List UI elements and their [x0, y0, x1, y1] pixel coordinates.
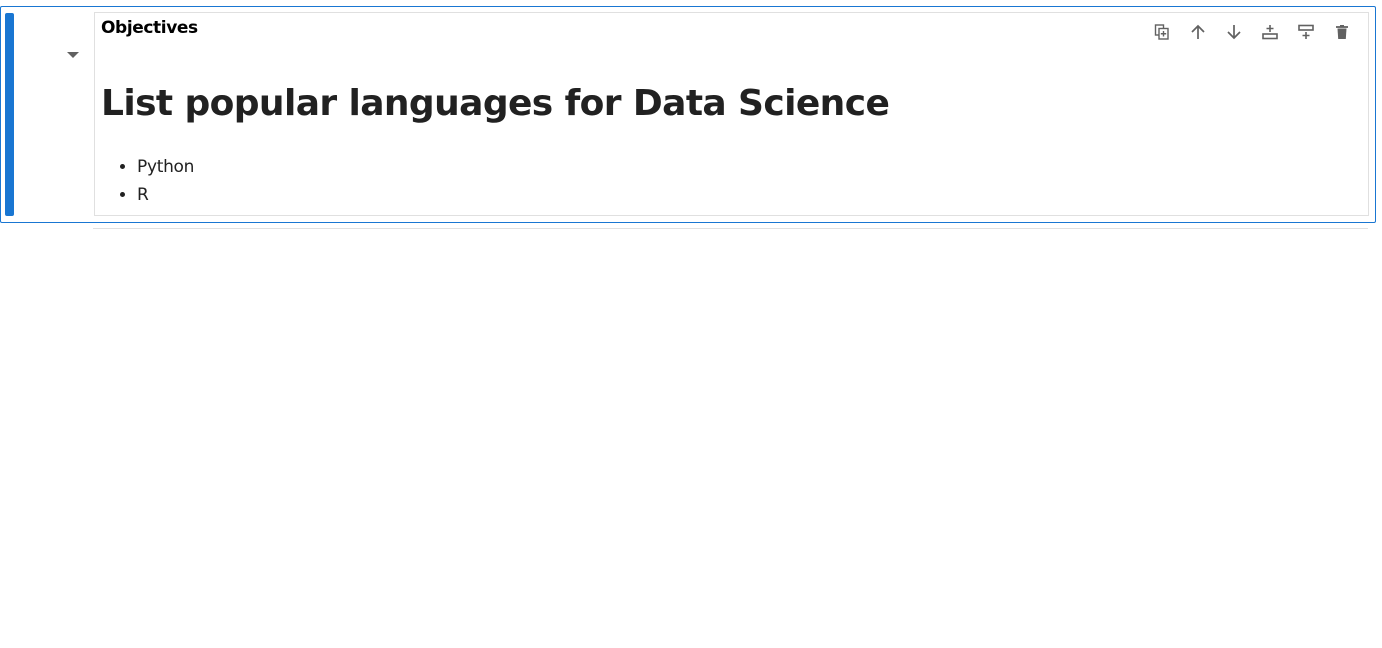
move-up-button[interactable]: [1180, 20, 1216, 44]
arrow-up-icon: [1191, 24, 1205, 39]
list-item: R: [137, 181, 194, 209]
cell-toolbar: [1144, 20, 1360, 44]
insert-cell-below-button[interactable]: [1288, 20, 1324, 44]
caret-down-icon: [67, 52, 79, 58]
trash-icon: [1336, 25, 1348, 39]
duplicate-cell-button[interactable]: [1144, 20, 1180, 44]
cell-title: Objectives: [101, 18, 198, 38]
insert-cell-above-button[interactable]: [1252, 20, 1288, 44]
list-item: Python: [137, 153, 194, 181]
language-list: Python R: [117, 153, 194, 209]
cell-collapser[interactable]: [5, 13, 14, 216]
cell-divider: [93, 228, 1368, 229]
arrow-down-icon: [1227, 25, 1241, 40]
markdown-cell[interactable]: Objectives List popular languages for Da…: [0, 6, 1376, 223]
delete-cell-button[interactable]: [1324, 20, 1360, 44]
insert-above-icon: [1262, 25, 1278, 40]
collapse-toggle[interactable]: [65, 47, 81, 63]
markdown-heading: List popular languages for Data Science: [101, 83, 890, 124]
move-down-button[interactable]: [1216, 20, 1252, 44]
duplicate-icon: [1154, 24, 1169, 40]
rendered-markdown[interactable]: Objectives List popular languages for Da…: [94, 12, 1369, 216]
insert-below-icon: [1298, 24, 1314, 39]
